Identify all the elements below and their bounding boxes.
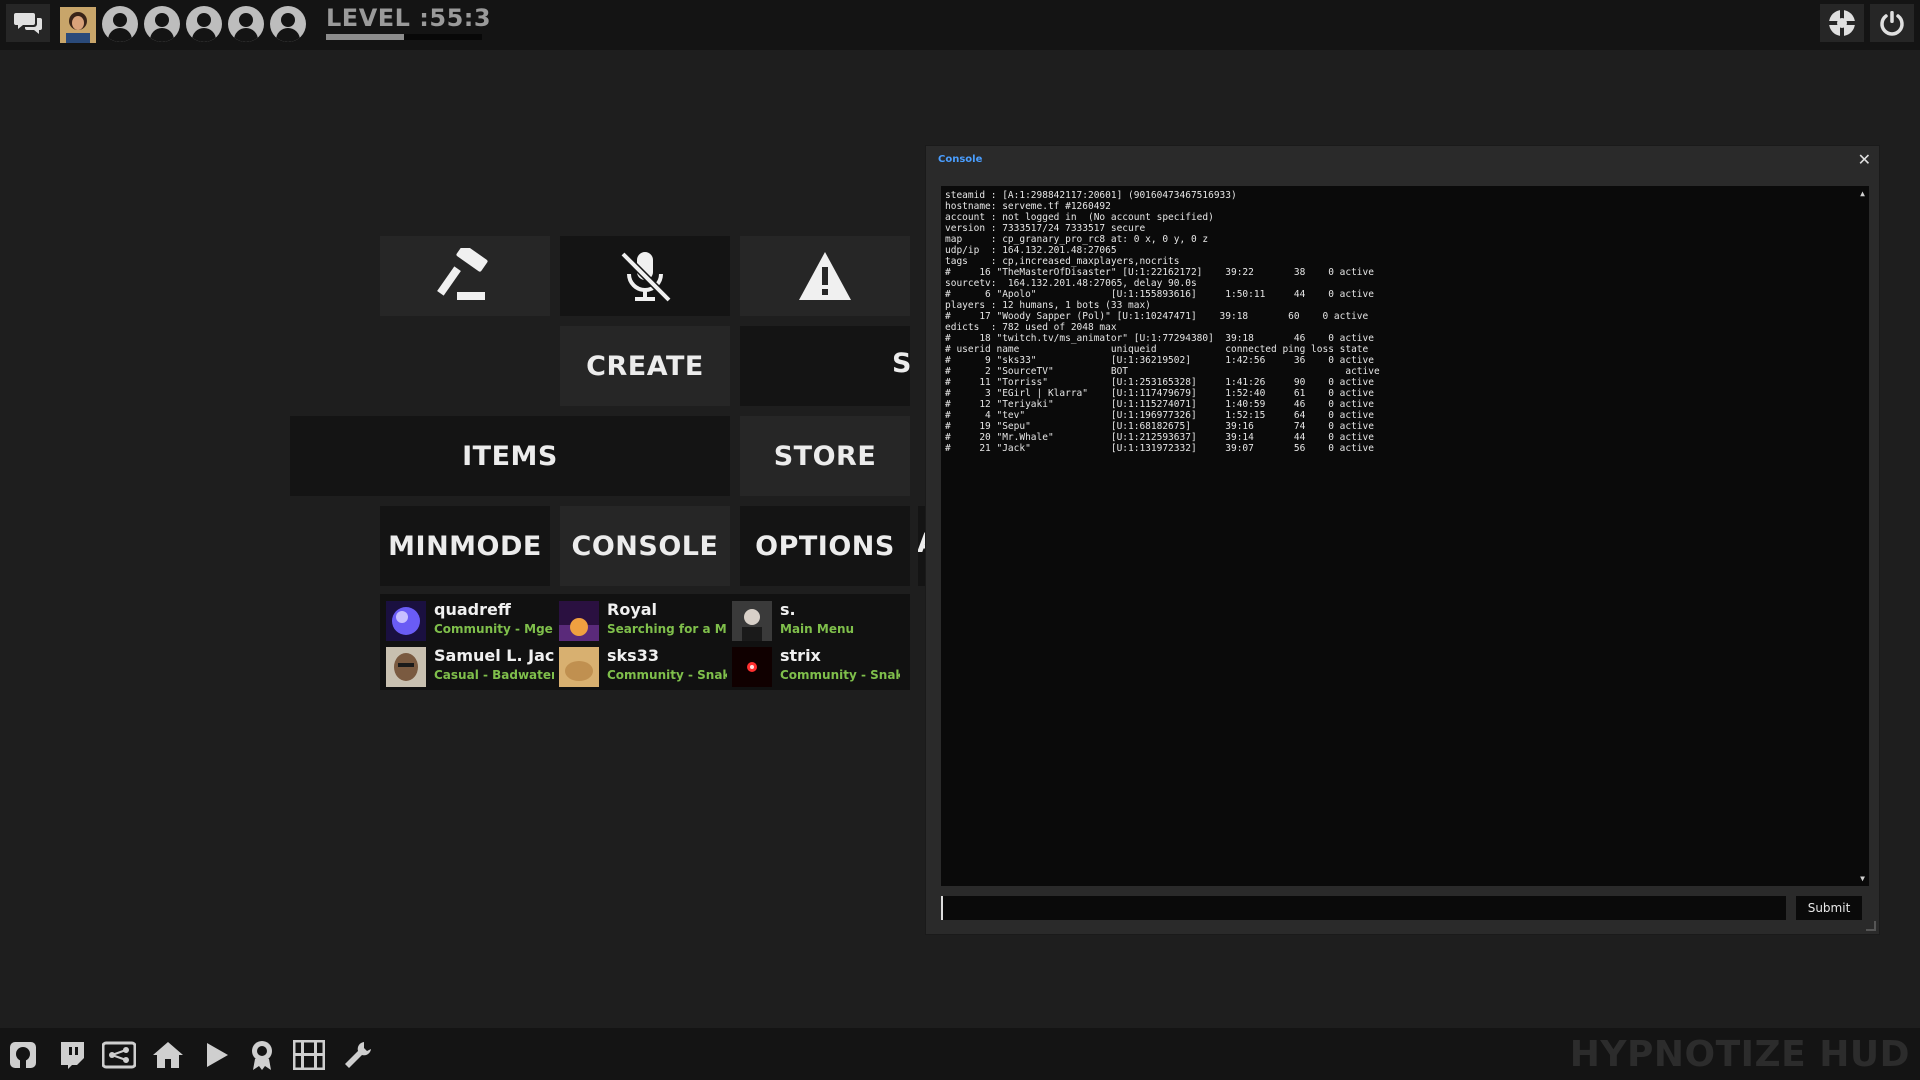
level-label: LEVEL :55:3 — [326, 4, 492, 32]
friend-name: quadreff — [434, 600, 511, 619]
items-button[interactable]: ITEMS — [290, 416, 730, 496]
achievements-label: A — [918, 528, 925, 559]
options-label: OPTIONS — [755, 530, 895, 562]
friend-avatar — [386, 601, 426, 641]
friend-status: Casual - Badwater ... — [434, 668, 554, 682]
achievement-medal-icon[interactable] — [245, 1038, 279, 1072]
friend-status: Community - Snak... — [607, 668, 727, 682]
friend-name: Royal — [607, 600, 658, 619]
power-icon — [1880, 11, 1904, 36]
resize-grip-icon[interactable] — [1866, 921, 1876, 931]
report-button[interactable] — [740, 236, 910, 316]
store-label: STORE — [773, 440, 877, 472]
options-button[interactable]: OPTIONS — [740, 506, 910, 586]
tf2-logo-icon — [1829, 10, 1855, 36]
create-server-button[interactable]: CREATE — [560, 326, 730, 406]
console-input[interactable] — [941, 896, 1786, 920]
tf2-logo-button[interactable] — [1820, 4, 1864, 42]
friend-name: Samuel L. Jac... — [434, 646, 554, 665]
warning-icon — [799, 252, 851, 300]
friend-avatar — [559, 601, 599, 641]
friend-item[interactable]: quadreff Community - Mge ... — [382, 598, 554, 642]
scroll-up-icon[interactable]: ▲ — [1860, 188, 1865, 199]
store-button[interactable]: STORE — [740, 416, 910, 496]
console-button[interactable]: CONSOLE — [560, 506, 730, 586]
quit-button[interactable] — [1870, 4, 1914, 42]
friend-name: strix — [780, 646, 821, 665]
friend-avatar — [559, 647, 599, 687]
mute-players-button[interactable] — [560, 236, 730, 316]
friend-avatar — [732, 601, 772, 641]
console-label: CONSOLE — [571, 530, 719, 562]
servers-label: SER — [892, 348, 910, 379]
brand-watermark: HYPNOTIZE HUD — [1569, 1034, 1910, 1075]
chat-icon — [14, 13, 42, 34]
twitch-icon[interactable] — [55, 1038, 89, 1072]
level-progress-fill — [326, 34, 404, 40]
friend-item[interactable]: Samuel L. Jac... Casual - Badwater ... — [382, 644, 554, 688]
achievements-button[interactable]: A — [918, 506, 925, 586]
github-icon[interactable] — [6, 1038, 40, 1072]
party-slot-icon[interactable] — [102, 6, 138, 42]
friend-item[interactable]: Royal Searching for a M... — [555, 598, 727, 642]
friend-item[interactable]: s. Main Menu — [728, 598, 900, 642]
party-slot-icon[interactable] — [228, 6, 264, 42]
console-window: Console ✕ steamid : [A:1:298842117:20601… — [925, 145, 1880, 935]
film-icon[interactable] — [292, 1038, 326, 1072]
close-icon[interactable]: ✕ — [1858, 150, 1871, 169]
top-bar: LEVEL :55:3 — [0, 0, 1920, 50]
player-avatar[interactable] — [60, 7, 96, 43]
friend-name: s. — [780, 600, 796, 619]
minmode-label: MINMODE — [388, 530, 542, 562]
scroll-down-icon[interactable]: ▼ — [1860, 873, 1865, 884]
wrench-icon[interactable] — [341, 1038, 375, 1072]
create-label: CREATE — [586, 350, 704, 382]
party-slot-icon[interactable] — [144, 6, 180, 42]
play-icon[interactable] — [200, 1038, 234, 1072]
minmode-button[interactable]: MINMODE — [380, 506, 550, 586]
console-title: Console — [938, 154, 983, 165]
home-icon[interactable] — [151, 1038, 185, 1072]
friend-avatar — [732, 647, 772, 687]
items-label: ITEMS — [462, 440, 558, 472]
console-output[interactable]: steamid : [A:1:298842117:20601] (9016047… — [941, 186, 1869, 886]
submit-button[interactable]: Submit — [1796, 896, 1862, 920]
friends-list: quadreff Community - Mge ... Royal Searc… — [380, 594, 910, 690]
friend-item[interactable]: strix Community - Snak... — [728, 644, 900, 688]
chat-button[interactable] — [6, 4, 50, 42]
servers-button[interactable]: SER — [740, 326, 910, 406]
friend-status: Community - Snak... — [780, 668, 900, 682]
level-progress-bar — [326, 34, 482, 40]
friend-status: Main Menu — [780, 622, 855, 636]
hammer-icon — [437, 248, 488, 300]
friend-status: Community - Mge ... — [434, 622, 554, 636]
party-slot-icon[interactable] — [270, 6, 306, 42]
call-vote-button[interactable] — [380, 236, 550, 316]
friend-name: sks33 — [607, 646, 659, 665]
friend-item[interactable]: sks33 Community - Snak... — [555, 644, 727, 688]
server-browser-icon[interactable] — [102, 1038, 136, 1072]
party-slot-icon[interactable] — [186, 6, 222, 42]
friend-avatar — [386, 647, 426, 687]
mic-muted-icon — [620, 251, 672, 303]
friend-status: Searching for a M... — [607, 622, 727, 636]
console-log: steamid : [A:1:298842117:20601] (9016047… — [945, 190, 1380, 454]
